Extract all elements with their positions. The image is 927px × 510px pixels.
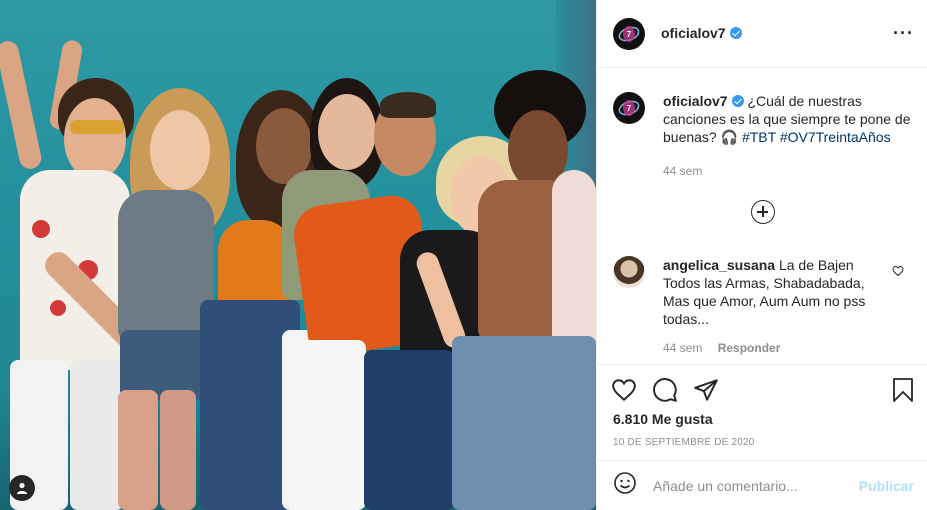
comment-button[interactable] (652, 377, 680, 405)
share-button[interactable] (693, 377, 721, 405)
reply-button[interactable]: Responder (718, 341, 781, 355)
post-side-panel: 7 oficialov7 ··· 7 oficialov7 ¿Cuál de n… (596, 0, 927, 510)
post-date[interactable]: 10 DE SEPTIEMBRE DE 2020 (613, 437, 755, 448)
comment-item: angelica_susana La de Bajen Todos las Ar… (613, 256, 918, 328)
load-more-comments-button[interactable] (751, 200, 775, 224)
caption-username[interactable]: oficialov7 (663, 93, 728, 109)
header-username-wrap: oficialov7 (661, 25, 742, 43)
user-tag-button[interactable] (9, 475, 35, 501)
post-header: 7 oficialov7 ··· (597, 0, 927, 68)
comment-icon (653, 378, 677, 402)
post-caption: 7 oficialov7 ¿Cuál de nuestras canciones… (613, 92, 918, 180)
caption-time[interactable]: 44 sem (663, 162, 918, 180)
header-username[interactable]: oficialov7 (661, 25, 726, 41)
emoji-button[interactable] (613, 471, 637, 500)
more-options-button[interactable]: ··· (893, 24, 914, 42)
hashtag-ov7[interactable]: #OV7TreintaAños (780, 129, 891, 145)
publish-button[interactable]: Publicar (859, 478, 914, 494)
ov7-logo-icon: 7 (618, 100, 640, 116)
verified-badge-icon (731, 95, 744, 107)
profile-avatar[interactable]: 7 (613, 17, 645, 50)
ov7-logo-icon: 7 (618, 25, 640, 42)
commenter-username[interactable]: angelica_susana (663, 257, 775, 273)
comment-input[interactable]: Añade un comentario... (653, 478, 859, 494)
comment-body: angelica_susana La de Bajen Todos las Ar… (663, 256, 885, 328)
bookmark-icon (893, 378, 913, 402)
heart-icon (612, 379, 636, 402)
comment-meta: 44 sem Responder (663, 341, 792, 355)
comment-like-button[interactable] (892, 264, 904, 282)
more-options-icon: ··· (893, 23, 914, 43)
save-button[interactable] (891, 377, 919, 405)
paper-plane-icon (694, 379, 718, 401)
like-button[interactable] (611, 377, 639, 405)
user-tag-icon (17, 482, 27, 494)
commenter-avatar[interactable] (613, 256, 645, 288)
svg-text:7: 7 (627, 104, 632, 113)
verified-badge-icon (729, 26, 742, 39)
like-count[interactable]: 6.810 Me gusta (613, 411, 713, 427)
add-comment-bar: Añade un comentario... Publicar (597, 460, 927, 510)
svg-text:7: 7 (627, 30, 632, 39)
caption-avatar[interactable]: 7 (613, 92, 645, 124)
caption-body: oficialov7 ¿Cuál de nuestras canciones e… (663, 92, 918, 180)
comment-time[interactable]: 44 sem (663, 341, 702, 355)
emoji-icon (614, 472, 636, 494)
post-photo[interactable] (0, 0, 596, 510)
hashtag-tbt[interactable]: #TBT (742, 129, 776, 145)
heart-icon (892, 265, 904, 277)
